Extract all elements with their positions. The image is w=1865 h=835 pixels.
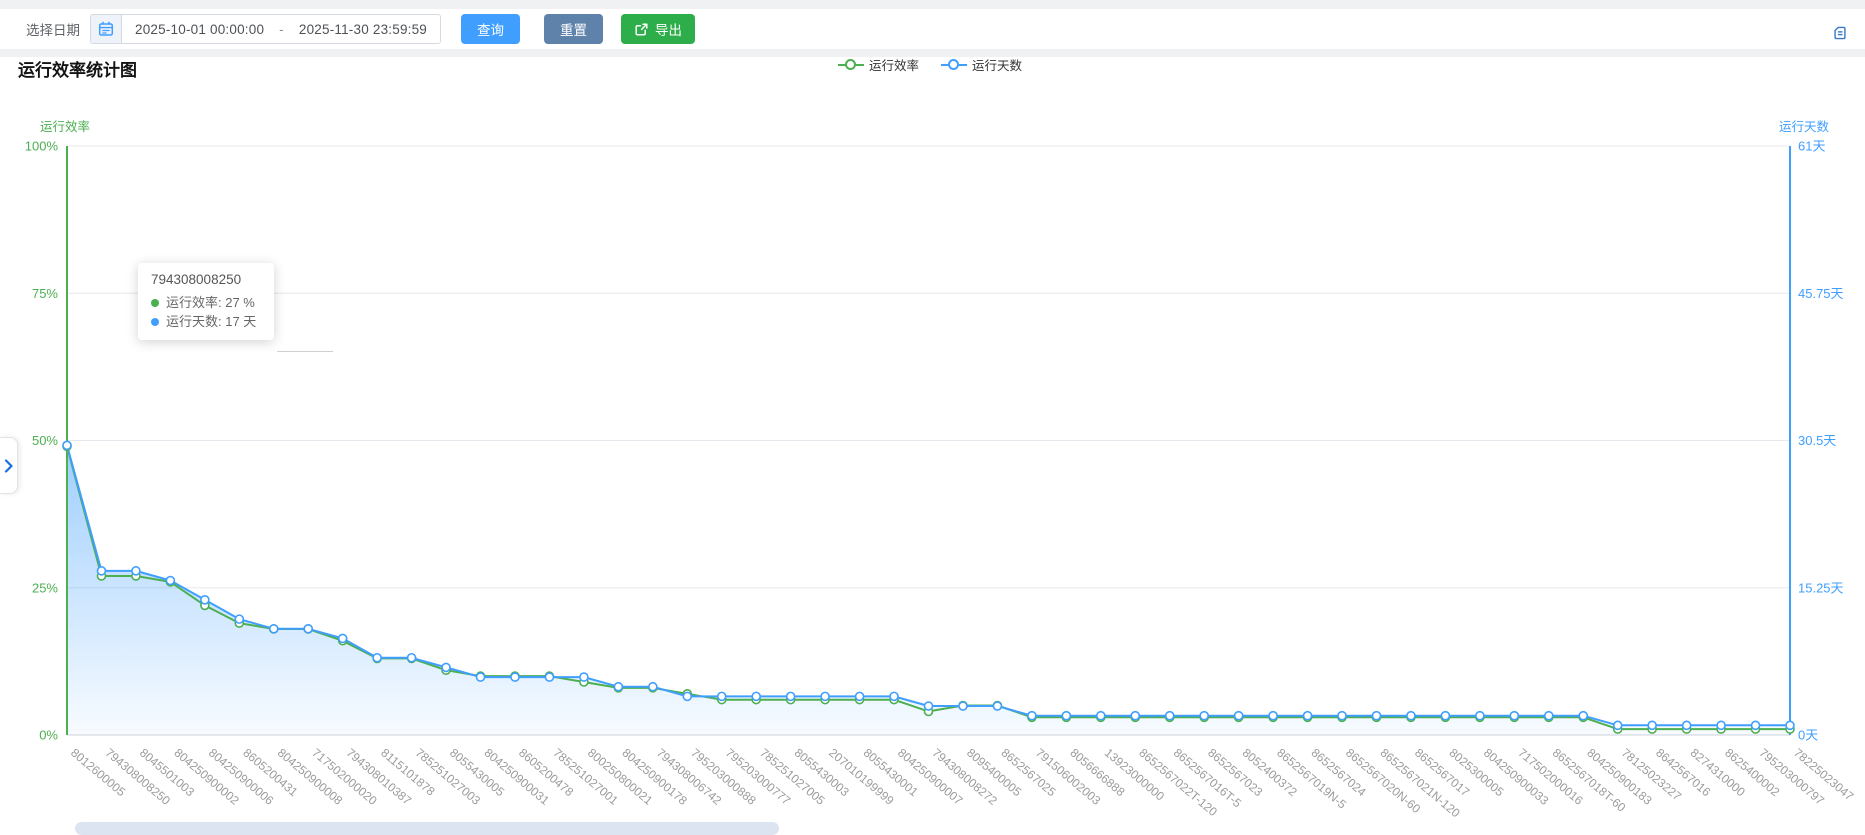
days-point[interactable] [1786,721,1794,729]
days-point[interactable] [1131,712,1139,720]
left-axis-tick: 25% [32,580,58,595]
sidebar-expand-handle[interactable] [0,437,18,494]
days-point[interactable] [718,692,726,700]
days-point[interactable] [821,692,829,700]
export-icon [634,22,649,37]
tooltip-row-efficiency: 运行效率: 27 % [151,293,261,312]
date-separator: - [279,22,284,37]
reset-button[interactable]: 重置 [544,14,603,44]
days-point[interactable] [1683,721,1691,729]
days-point[interactable] [1579,712,1587,720]
export-button-label: 导出 [655,19,682,39]
days-point[interactable] [545,673,553,681]
days-point[interactable] [97,567,105,575]
days-point[interactable] [442,663,450,671]
days-point[interactable] [408,654,416,662]
legend-label: 运行天数 [972,55,1022,74]
right-axis-tick: 45.75天 [1798,286,1844,301]
days-point[interactable] [511,673,519,681]
days-point[interactable] [649,683,657,691]
days-point[interactable] [1235,712,1243,720]
date-range-value[interactable]: 2025-10-01 00:00:00 - 2025-11-30 23:59:5… [122,15,440,43]
right-axis-tick: 61天 [1798,139,1825,154]
days-point[interactable] [580,673,588,681]
days-point[interactable] [993,702,1001,710]
days-point[interactable] [373,654,381,662]
left-axis-tick: 50% [32,433,58,448]
left-axis-tick: 100% [25,139,59,154]
efficiency-chart[interactable]: 0%0天25%15.25天50%30.5天75%45.75天100%61天801… [0,85,1865,835]
line-marker-icon [838,59,864,71]
days-point[interactable] [235,615,243,623]
days-point[interactable] [1372,712,1380,720]
days-point[interactable] [1441,712,1449,720]
days-point[interactable] [201,596,209,604]
tooltip-title: 794308008250 [151,272,261,287]
top-window-strip [0,0,1865,9]
days-point[interactable] [1062,712,1070,720]
series-dot-icon [151,299,159,307]
horizontal-scrollbar-thumb[interactable] [75,822,779,835]
days-point[interactable] [1648,721,1656,729]
days-point[interactable] [1717,721,1725,729]
days-point[interactable] [1166,712,1174,720]
export-button[interactable]: 导出 [621,14,695,44]
days-point[interactable] [1097,712,1105,720]
calendar-icon[interactable] [91,15,122,43]
legend-item-efficiency[interactable]: 运行效率 [838,55,919,74]
days-point[interactable] [1407,712,1415,720]
days-point[interactable] [1304,712,1312,720]
days-point[interactable] [890,692,898,700]
days-point[interactable] [304,625,312,633]
area-fill [67,445,1790,735]
days-point[interactable] [477,673,485,681]
days-point[interactable] [1510,712,1518,720]
line-marker-icon [941,59,967,71]
date-end: 2025-11-30 23:59:59 [299,22,427,37]
days-point[interactable] [63,441,71,449]
chart-legend: 运行效率 运行天数 [838,55,1022,74]
days-point[interactable] [132,567,140,575]
date-range-input[interactable]: 2025-10-01 00:00:00 - 2025-11-30 23:59:5… [90,14,441,44]
days-point[interactable] [1752,721,1760,729]
page-title: 运行效率统计图 [18,56,137,81]
days-point[interactable] [925,702,933,710]
days-point[interactable] [1614,721,1622,729]
days-point[interactable] [1338,712,1346,720]
days-point[interactable] [270,625,278,633]
tooltip-row-days: 运行天数: 17 天 [151,312,261,331]
left-axis-tick: 0% [39,728,58,743]
days-point[interactable] [614,683,622,691]
right-axis-tick: 15.25天 [1798,580,1844,595]
series-dot-icon [151,318,159,326]
days-point[interactable] [339,634,347,642]
days-point[interactable] [1028,712,1036,720]
days-point[interactable] [166,577,174,585]
days-point[interactable] [1200,712,1208,720]
right-axis-tick: 30.5天 [1798,433,1836,448]
document-icon[interactable] [1826,19,1854,47]
days-point[interactable] [1269,712,1277,720]
days-point[interactable] [959,702,967,710]
tooltip-text: 运行效率: 27 % [166,293,255,312]
days-point[interactable] [1545,712,1553,720]
query-button[interactable]: 查询 [461,14,520,44]
days-point[interactable] [683,692,691,700]
date-range-label: 选择日期 [26,19,80,39]
days-point[interactable] [856,692,864,700]
days-point[interactable] [1476,712,1484,720]
date-start: 2025-10-01 00:00:00 [135,22,264,37]
right-axis-tick: 0天 [1798,728,1818,743]
days-point[interactable] [752,692,760,700]
chevron-right-icon [4,459,13,473]
legend-item-days[interactable]: 运行天数 [941,55,1022,74]
toolbar: 选择日期 2025-10-01 00:00:00 - 2025-11-30 23… [0,9,1865,49]
axis-pointer-line [277,351,333,352]
days-point[interactable] [787,692,795,700]
tooltip-text: 运行天数: 17 天 [166,312,256,331]
chart-tooltip: 794308008250 运行效率: 27 % 运行天数: 17 天 [138,263,274,340]
legend-label: 运行效率 [869,55,919,74]
left-axis-tick: 75% [32,286,58,301]
